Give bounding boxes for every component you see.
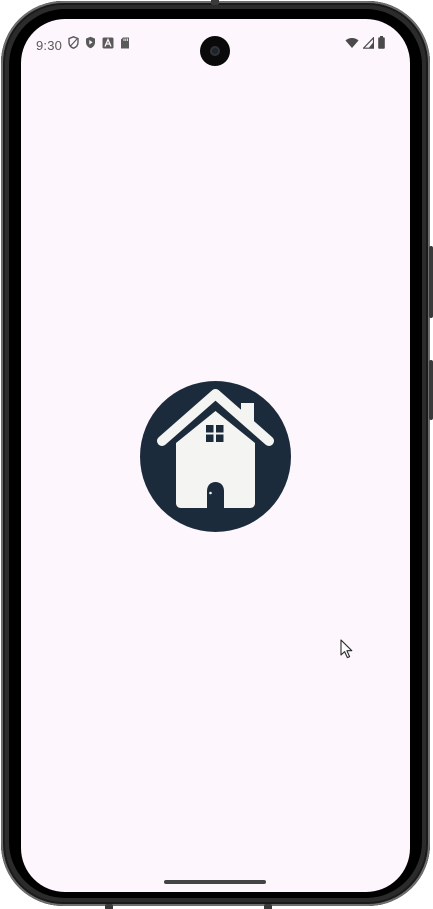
house-logo-icon: [140, 381, 291, 532]
volume-button[interactable]: [429, 246, 433, 318]
font-a-icon: [102, 36, 114, 54]
battery-icon: [378, 36, 385, 54]
system-icons: [345, 36, 385, 54]
mouse-pointer-icon: [340, 639, 354, 659]
phone-device: 9:30: [0, 0, 433, 909]
cellular-signal-icon: [362, 36, 375, 54]
power-button[interactable]: [429, 360, 433, 420]
status-time: 9:30: [36, 38, 63, 53]
status-bar: 9:30: [21, 19, 410, 71]
sd-card-icon: [120, 36, 130, 54]
shield-outline-icon: [68, 36, 79, 54]
wifi-icon: [345, 36, 359, 54]
screen: 9:30: [21, 19, 410, 892]
shield-play-icon: [85, 36, 96, 54]
front-camera: [200, 36, 230, 66]
home-gesture-bar[interactable]: [164, 880, 266, 884]
frame-antenna-bottom-left: [105, 904, 113, 909]
notification-icons: [68, 36, 130, 54]
frame-antenna-top: [211, 0, 219, 5]
frame-antenna-bottom-right: [264, 904, 272, 909]
